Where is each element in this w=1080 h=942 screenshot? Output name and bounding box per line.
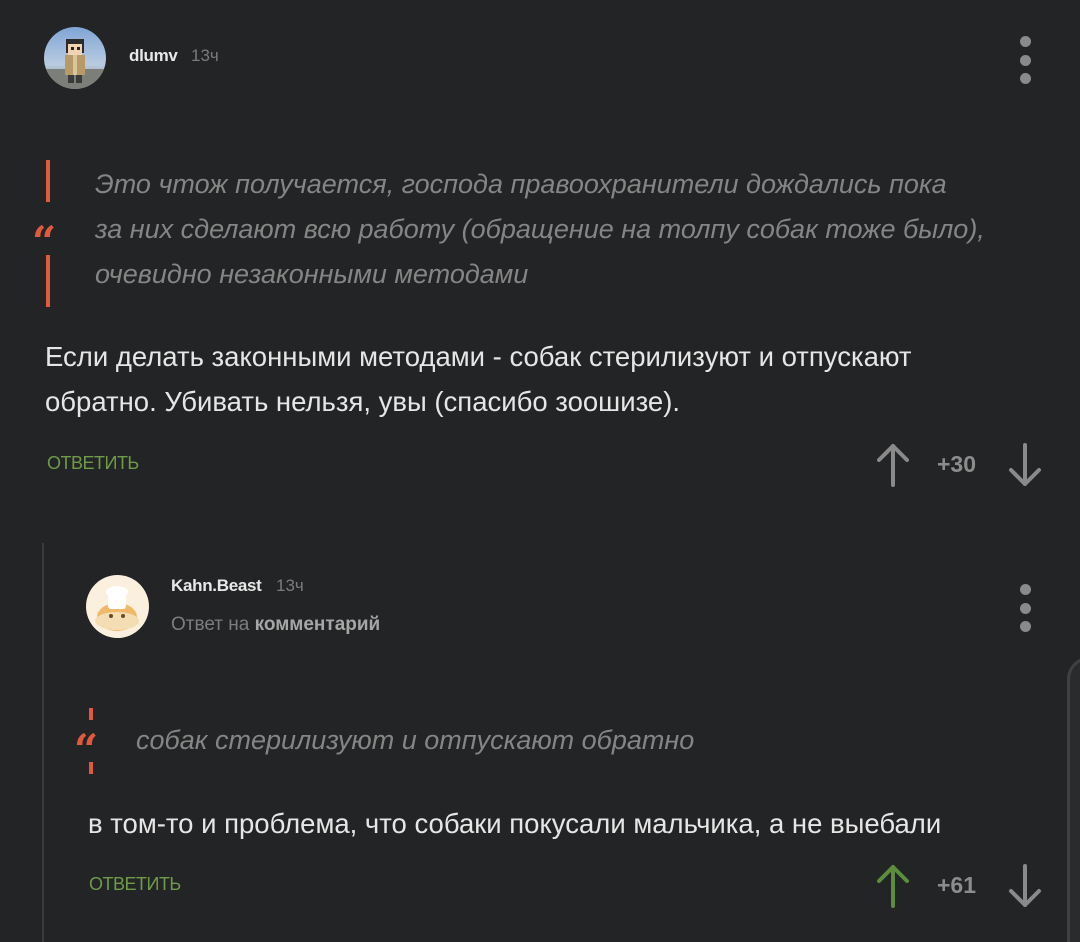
upvote-icon[interactable] xyxy=(873,441,913,489)
quote-bar-top xyxy=(46,160,50,202)
reply-button[interactable]: ОТВЕТИТЬ xyxy=(47,453,139,474)
reply-button[interactable]: ОТВЕТИТЬ xyxy=(89,874,181,895)
downvote-icon[interactable] xyxy=(1005,441,1045,489)
reply-to-label: Ответ на комментарий xyxy=(171,614,380,636)
quote-line: за них сделают всю работу (обращение на … xyxy=(95,214,985,244)
quote-line: очевидно незаконными методами xyxy=(95,259,529,289)
quote-bar-top xyxy=(89,708,93,720)
screen-edge-overlay xyxy=(1067,657,1080,942)
comment-body-line: в том-то и проблема, что собаки покусали… xyxy=(88,808,942,839)
rating-value: +61 xyxy=(937,872,977,898)
downvote-icon[interactable] xyxy=(1005,862,1045,910)
quote-bar-bottom xyxy=(89,762,93,774)
quote-icon: “ xyxy=(74,725,99,774)
quote-icon: “ xyxy=(32,217,57,266)
reply-to-link[interactable]: комментарий xyxy=(255,614,381,635)
avatar-dlumv[interactable] xyxy=(44,27,106,89)
user-avatar-image xyxy=(86,575,149,638)
rating-value: +30 xyxy=(937,451,977,477)
username[interactable]: Kahn.Beast xyxy=(171,576,262,596)
comment-menu-icon[interactable] xyxy=(1010,584,1040,632)
quote-line: собак стерилизуют и отпускают обратно xyxy=(136,725,695,755)
avatar-kahn-beast[interactable] xyxy=(86,575,149,638)
comment-body-line: обратно. Убивать нельзя, увы (спасибо зо… xyxy=(45,386,680,417)
comment-time: 13ч xyxy=(276,576,304,595)
user-avatar-image xyxy=(44,27,106,89)
username[interactable]: dlumv xyxy=(129,46,178,66)
upvote-icon[interactable] xyxy=(873,862,913,910)
comment-body-line: Если делать законными методами - собак с… xyxy=(45,341,912,372)
quote-line: Это чтож получается, господа правоохрани… xyxy=(95,169,947,199)
comment-time: 13ч xyxy=(191,46,219,65)
comment-menu-icon[interactable] xyxy=(1010,36,1040,84)
thread-branch-line[interactable] xyxy=(42,543,44,942)
comments-page: dlumv 13ч “ Это чтож получается, господа… xyxy=(0,0,1080,942)
reply-to-prefix: Ответ на xyxy=(171,614,250,635)
quote-bar-bottom xyxy=(46,255,50,307)
